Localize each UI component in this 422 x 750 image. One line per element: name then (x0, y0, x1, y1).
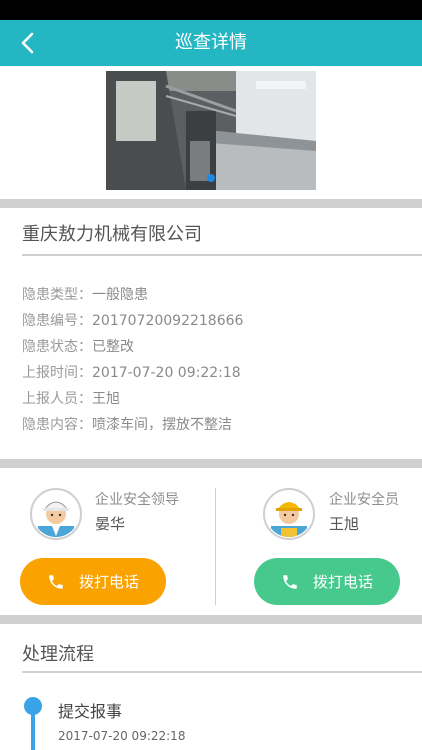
step-time: 2017-07-20 09:22:18 (58, 729, 186, 743)
step-title: 提交报事 (58, 702, 123, 721)
divider (22, 671, 422, 673)
detail-row: 上报时间：2017-07-20 09:22:18 (22, 365, 241, 381)
timeline-line (31, 714, 35, 750)
contact-name: 王旭 (329, 515, 360, 533)
inspection-photo (106, 71, 316, 190)
divider (215, 488, 216, 605)
company-name: 重庆敖力机械有限公司 (22, 224, 202, 245)
phone-icon (49, 574, 63, 589)
call-button-label: 拨打电话 (312, 573, 373, 591)
timeline-dot (24, 697, 42, 715)
detail-row: 隐患状态：已整改 (22, 339, 134, 355)
carousel-indicator (207, 174, 215, 182)
process-title: 处理流程 (22, 644, 94, 665)
avatar-safety-leader (30, 488, 82, 540)
call-leader-button[interactable]: 拨打电话 (20, 558, 166, 605)
phone-icon (283, 574, 297, 589)
detail-row: 隐患编号：20170720092218666 (22, 313, 244, 329)
divider (0, 199, 422, 208)
contact-role: 企业安全领导 (95, 492, 179, 508)
page-title: 巡查详情 (175, 32, 247, 53)
nav-bar: 巡查详情 (0, 20, 422, 66)
divider (0, 615, 422, 624)
contact-name: 晏华 (95, 515, 126, 533)
call-button-label: 拨打电话 (78, 573, 139, 591)
detail-row: 隐患类型：一般隐患 (22, 287, 148, 303)
avatar-safety-officer (263, 488, 315, 540)
detail-row: 上报人员：王旭 (22, 391, 120, 407)
divider (22, 254, 422, 256)
divider (0, 459, 422, 468)
detail-row: 隐患内容：喷漆车间，摆放不整洁 (22, 417, 232, 433)
status-bar (0, 0, 422, 20)
contact-role: 企业安全员 (329, 492, 399, 508)
call-officer-button[interactable]: 拨打电话 (254, 558, 400, 605)
